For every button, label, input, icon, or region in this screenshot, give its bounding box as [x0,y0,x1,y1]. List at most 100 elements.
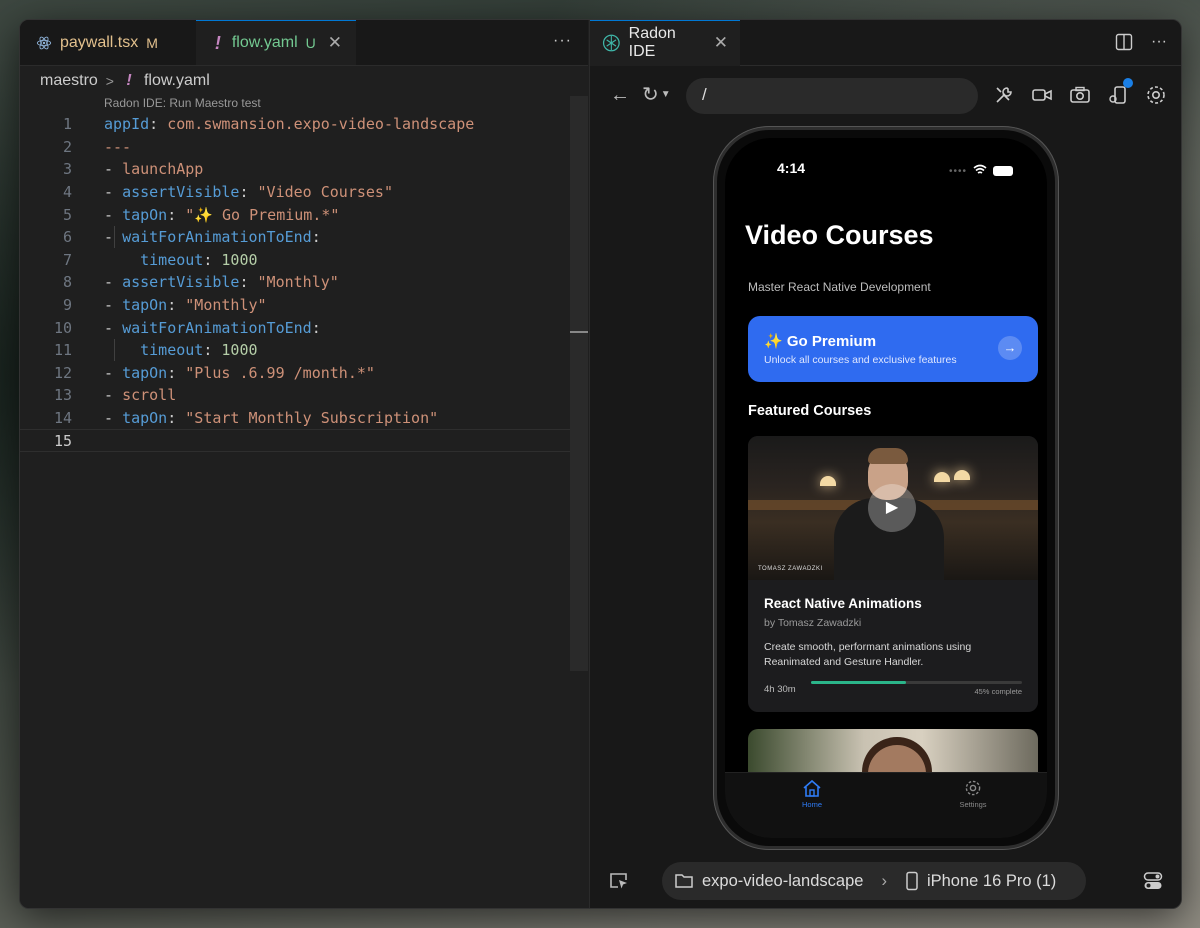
code-line: --- [104,137,132,156]
device-name: iPhone 16 Pro (1) [926,871,1057,890]
phone-icon [906,871,918,891]
codelens-run-maestro[interactable]: Radon IDE: Run Maestro test [104,96,261,110]
progress-label: 45% complete [974,687,1022,696]
line-number: 14 [53,409,72,428]
tab-label: paywall.tsx [60,33,139,51]
back-arrow-icon[interactable]: ← [610,84,630,107]
tools-icon[interactable] [993,84,1015,106]
line-number: 5 [62,205,72,224]
line-number: 3 [62,160,72,179]
code-line: - assertVisible: "Monthly" [104,273,339,292]
yaml-exclamation-icon: ! [126,72,132,89]
more-actions-icon[interactable]: ··· [553,32,572,50]
course-thumbnail: ▶ TOMASZ ZAWADZKI [748,436,1038,580]
arrow-right-icon: → [998,336,1022,360]
course-title: React Native Animations [764,596,922,611]
progress-fill [811,681,906,684]
course-author: by Tomasz Zawadzki [764,617,862,629]
breadcrumb-file[interactable]: flow.yaml [144,72,210,90]
code-area[interactable]: 1 appId: com.swmansion.expo-video-landsc… [20,113,570,452]
device-selector[interactable]: expo-video-landscape › iPhone 16 Pro (1) [662,862,1086,900]
breadcrumb-folder[interactable]: maestro [40,72,98,90]
editor-scrollbar[interactable] [570,96,588,671]
untracked-badge: U [305,35,316,51]
tab-radon-ide[interactable]: Radon IDE ✕ [590,20,740,66]
go-premium-button[interactable]: ✨ Go Premium Unlock all courses and excl… [748,316,1038,382]
tab-label: Home [801,800,822,809]
gear-icon [965,780,981,796]
course-duration: 4h 30m [764,684,796,695]
modified-badge: M [146,34,158,51]
tab-paywall[interactable]: paywall.tsx M [20,20,196,65]
code-line: - tapOn: "Monthly" [104,296,267,315]
gear-icon[interactable] [1145,84,1167,106]
line-number: 8 [62,273,72,292]
radon-ide-panel: Radon IDE ✕ ··· ← ↻ ▼ / 4:14 •••• Video … [589,20,1181,908]
device-screen[interactable]: 4:14 •••• Video Courses Master React Nat… [725,138,1047,838]
split-editor-icon[interactable] [1115,33,1133,51]
line-number: 4 [62,183,72,202]
wifi-icon [973,162,987,180]
code-line: timeout: 1000 [140,341,258,360]
section-heading: Featured Courses [748,403,872,419]
code-line: - assertVisible: "Video Courses" [104,183,393,202]
code-line: - tapOn: "Start Monthly Subscription" [104,409,439,428]
video-camera-icon[interactable] [1031,84,1053,106]
bottom-tab-bar: Home Settings [725,772,1047,838]
tab-home[interactable]: Home [782,779,842,809]
line-number: 9 [62,296,72,315]
scrollbar-thumb[interactable] [570,331,588,333]
code-line: appId: com.swmansion.expo-video-landscap… [104,115,475,134]
close-icon[interactable]: ✕ [328,33,342,53]
radon-logo-icon [602,34,620,52]
url-input[interactable]: / [686,78,978,114]
chevron-right-icon: > [105,73,114,89]
line-number: 15 [53,431,72,450]
line-number: 10 [53,318,72,337]
code-line: - scroll [104,386,177,405]
signal-icon: •••• [948,165,967,177]
page-subtitle: Master React Native Development [748,280,931,294]
status-time: 4:14 [777,160,806,176]
status-icons: •••• [949,162,1013,180]
vscode-window: paywall.tsx M ! flow.yaml U ✕ ··· maestr… [19,19,1182,909]
code-line: - waitForAnimationToEnd: [104,318,321,337]
chevron-down-icon[interactable]: ▼ [661,89,671,100]
radon-tabbar: Radon IDE ✕ ··· [590,20,1181,66]
line-number: 2 [62,137,72,156]
device-toolbar: ← ↻ ▼ / [590,76,1181,116]
camera-icon[interactable] [1069,84,1091,106]
line-number: 1 [62,115,72,134]
code-line: - tapOn: "✨ Go Premium.*" [104,205,340,224]
code-line: - launchApp [104,160,204,179]
react-icon [36,36,52,49]
code-line: timeout: 1000 [140,250,258,269]
play-icon[interactable]: ▶ [868,484,916,532]
code-line: - tapOn: "Plus .6.99 /month.*" [104,363,375,382]
course-progress-bar [811,681,1022,684]
folder-icon [675,874,693,888]
iphone-frame: 4:14 •••• Video Courses Master React Nat… [713,126,1059,850]
project-name: expo-video-landscape [702,871,864,890]
code-line: - waitForAnimationToEnd: [104,228,321,247]
inspect-element-icon[interactable] [608,870,630,892]
editor-tabbar: paywall.tsx M ! flow.yaml U ✕ ··· [20,20,588,66]
reload-icon[interactable]: ↻ ▼ [642,82,671,107]
device-settings-icon[interactable] [1107,78,1133,106]
tab-label: Settings [959,800,987,809]
course-card[interactable]: ▶ TOMASZ ZAWADZKI React Native Animation… [748,436,1038,712]
home-icon [803,779,821,797]
premium-subtitle: Unlock all courses and exclusive feature… [764,354,957,366]
thumbnail-caption: TOMASZ ZAWADZKI [758,566,823,572]
yaml-exclamation-icon: ! [214,32,221,53]
breadcrumb: maestro > ! flow.yaml [20,66,588,96]
tab-settings[interactable]: Settings [943,779,1003,809]
more-actions-icon[interactable]: ··· [1151,33,1167,51]
editor-pane: paywall.tsx M ! flow.yaml U ✕ ··· maestr… [20,20,588,908]
toolbar-icons [993,78,1167,106]
close-icon[interactable]: ✕ [714,33,728,53]
battery-icon [993,166,1013,176]
toggle-settings-icon[interactable] [1143,871,1163,891]
tab-flow-yaml[interactable]: ! flow.yaml U ✕ [196,20,356,65]
course-description: Create smooth, performant animations usi… [764,641,972,668]
